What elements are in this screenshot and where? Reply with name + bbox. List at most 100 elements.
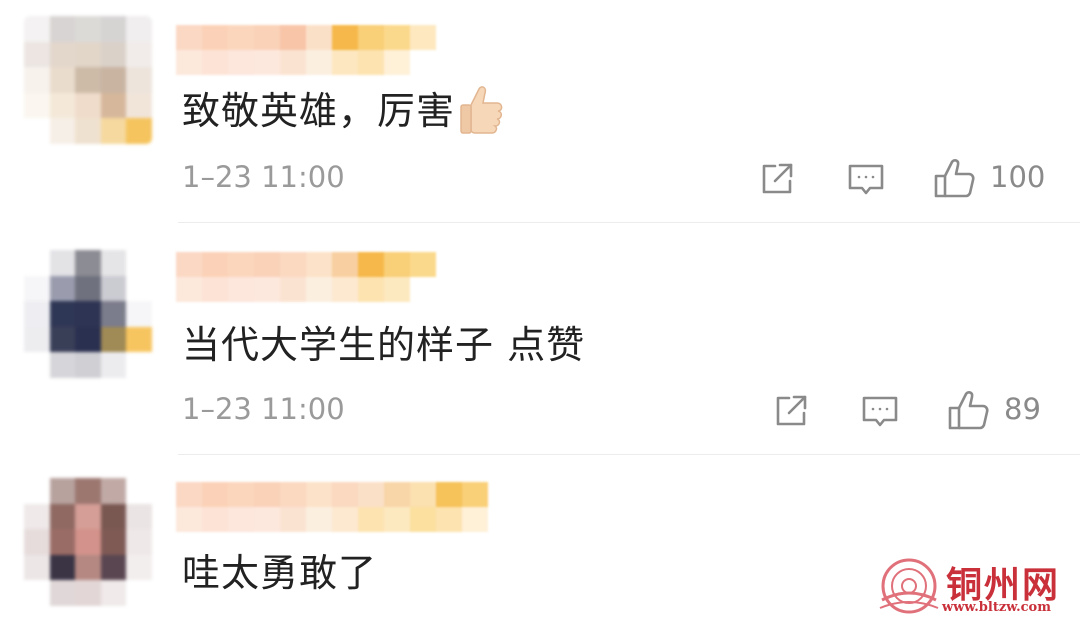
avatar-pixel	[100, 118, 127, 144]
avatar-pixel	[75, 41, 101, 68]
avatar-pixel	[75, 554, 101, 581]
avatar-pixel	[126, 67, 152, 93]
name-pixel	[410, 25, 436, 50]
avatar-pixel	[49, 326, 76, 353]
name-pixel	[436, 507, 462, 532]
avatar[interactable]	[24, 250, 152, 378]
avatar-pixel	[49, 92, 76, 119]
like-button[interactable]	[932, 158, 976, 200]
avatar-pixel	[24, 118, 50, 144]
name-pixel	[384, 482, 410, 507]
watermark: 铜州网 www.bltzw.com	[878, 556, 1078, 622]
avatar-pixel	[24, 92, 50, 119]
name-pixel	[202, 482, 228, 507]
avatar-pixel	[126, 16, 152, 42]
avatar-pixel	[24, 580, 50, 606]
share-icon	[776, 395, 807, 426]
name-pixel	[176, 482, 202, 507]
avatar-pixel	[75, 92, 101, 119]
avatar-pixel	[126, 554, 152, 581]
avatar-pixel	[100, 580, 127, 606]
avatar-pixel	[75, 67, 101, 93]
avatar-pixel	[49, 250, 76, 276]
name-pixel	[384, 252, 410, 277]
avatar-pixel	[100, 250, 127, 276]
avatar-pixel	[24, 301, 50, 327]
comment-time: 1–23 11:00	[182, 160, 345, 194]
name-pixel	[358, 252, 384, 277]
name-pixel	[410, 507, 436, 532]
name-pixel	[254, 25, 280, 50]
avatar-pixel	[100, 275, 127, 302]
avatar-pixel	[126, 529, 152, 555]
avatar[interactable]	[24, 478, 152, 606]
name-pixel	[202, 277, 228, 302]
comment-text: 致敬英雄，厉害	[182, 80, 505, 144]
avatar-pixel	[100, 16, 127, 42]
avatar-pixel	[75, 118, 101, 144]
thumbs-up-emoji-icon	[457, 83, 505, 144]
name-pixel	[176, 277, 202, 302]
name-pixel	[228, 277, 254, 302]
avatar-pixel	[24, 554, 50, 581]
avatar-pixel	[126, 250, 152, 276]
avatar-pixel	[49, 41, 76, 68]
username-blurred[interactable]	[176, 482, 488, 532]
avatar-pixel	[126, 301, 152, 327]
name-pixel	[384, 507, 410, 532]
avatar-pixel	[49, 554, 76, 581]
like-button[interactable]	[946, 390, 990, 432]
share-button[interactable]	[772, 392, 810, 430]
name-pixel	[202, 252, 228, 277]
avatar-pixel	[24, 478, 50, 504]
avatar-pixel	[126, 326, 152, 353]
avatar-pixel	[75, 352, 101, 378]
name-pixel	[254, 252, 280, 277]
share-icon	[762, 163, 793, 194]
like-count: 89	[1004, 392, 1041, 426]
avatar-pixel	[49, 118, 76, 144]
name-pixel	[384, 25, 410, 50]
avatar-pixel	[126, 92, 152, 119]
avatar[interactable]	[24, 16, 152, 144]
name-pixel	[228, 50, 254, 75]
name-pixel	[306, 277, 332, 302]
name-pixel	[228, 252, 254, 277]
username-blurred[interactable]	[176, 252, 436, 302]
thumbs-up-outline-icon	[948, 391, 989, 430]
name-pixel	[202, 507, 228, 532]
reply-button[interactable]	[860, 392, 900, 430]
avatar-pixel	[24, 529, 50, 555]
name-pixel	[332, 482, 358, 507]
avatar-pixel	[49, 352, 76, 378]
name-pixel	[306, 507, 332, 532]
avatar-pixel	[49, 275, 76, 302]
share-button[interactable]	[758, 160, 796, 198]
name-pixel	[462, 507, 488, 532]
avatar-pixel	[126, 580, 152, 606]
username-blurred[interactable]	[176, 25, 436, 75]
name-pixel	[306, 252, 332, 277]
avatar-pixel	[75, 326, 101, 353]
avatar-pixel	[100, 92, 127, 119]
name-pixel	[254, 50, 280, 75]
name-pixel	[254, 482, 280, 507]
name-pixel	[280, 507, 306, 532]
name-pixel	[280, 252, 306, 277]
name-pixel	[228, 25, 254, 50]
avatar-pixel	[49, 529, 76, 555]
avatar-pixel	[75, 503, 101, 530]
avatar-pixel	[126, 352, 152, 378]
reply-comment-icon	[862, 396, 898, 427]
name-pixel	[254, 277, 280, 302]
avatar-pixel	[24, 67, 50, 93]
avatar-pixel	[24, 16, 50, 42]
avatar-pixel	[75, 250, 101, 276]
avatar-pixel	[75, 16, 101, 42]
reply-button[interactable]	[846, 160, 886, 198]
avatar-pixel	[126, 41, 152, 68]
avatar-pixel	[49, 503, 76, 530]
name-pixel	[358, 507, 384, 532]
name-pixel	[332, 50, 358, 75]
name-pixel	[202, 25, 228, 50]
